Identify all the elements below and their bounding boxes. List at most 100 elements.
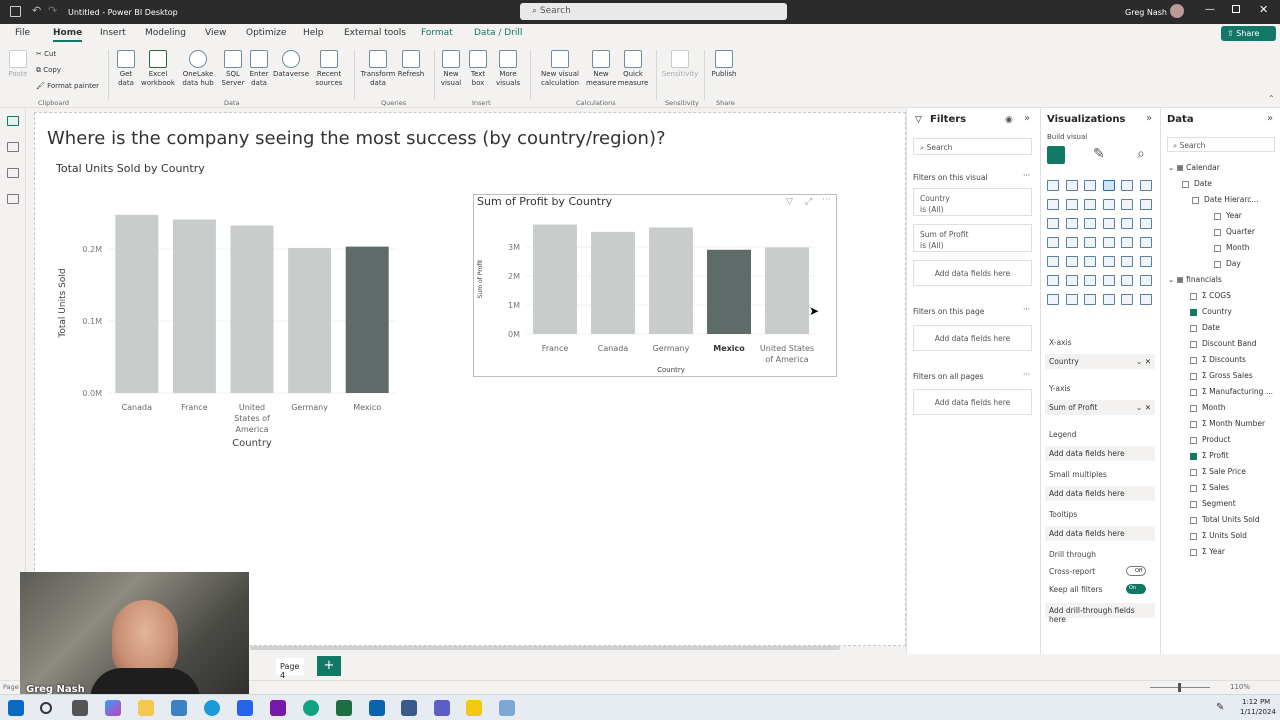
stacked-area-visual-icon[interactable] xyxy=(1084,199,1096,210)
checkbox[interactable] xyxy=(1214,228,1221,236)
tab-optimize[interactable]: Optimize xyxy=(246,28,286,38)
azure-map-visual-icon[interactable] xyxy=(1084,237,1096,248)
transform-data-button[interactable]: Transform data xyxy=(358,50,398,88)
model-view-icon[interactable] xyxy=(7,168,19,178)
checkbox[interactable] xyxy=(1190,404,1197,412)
task-view-icon[interactable] xyxy=(72,700,88,716)
bar-mexico[interactable] xyxy=(707,249,751,334)
remove-icon[interactable]: ⌄ ✕ xyxy=(1136,403,1151,412)
new-visual-button[interactable]: New visual xyxy=(438,50,464,88)
drill-through-well[interactable]: Add drill-through fields here xyxy=(1045,603,1155,624)
add-fields-page[interactable]: Add data fields here xyxy=(913,325,1032,351)
more-visuals-button[interactable]: More visuals xyxy=(491,50,525,88)
line-column-visual-icon[interactable] xyxy=(1102,199,1115,210)
add-page-button[interactable]: + xyxy=(317,656,341,676)
maximize-icon[interactable] xyxy=(1232,5,1240,13)
chart2-svg[interactable]: 0M 1M 2M 3M France Canada Germany Mexico United … xyxy=(474,214,836,376)
filled-map-visual-icon[interactable] xyxy=(1065,237,1078,248)
horizontal-scrollbar[interactable] xyxy=(250,646,840,650)
search-input[interactable]: ⌕ Search xyxy=(520,3,787,20)
100-bar-visual-icon[interactable] xyxy=(1121,180,1133,191)
zoom-thumb[interactable] xyxy=(1178,683,1181,692)
decomp-tree-visual-icon[interactable] xyxy=(1065,275,1078,286)
close-icon[interactable]: ✕ xyxy=(1259,3,1268,16)
funnel-visual-icon[interactable] xyxy=(1065,218,1078,229)
data-field-calendar[interactable]: ⌄ ▦ Calendar xyxy=(1168,163,1220,172)
undo-icon[interactable]: ↶ xyxy=(32,4,41,17)
app-icon[interactable] xyxy=(499,700,515,716)
stacked-bar-visual-icon[interactable] xyxy=(1047,180,1059,191)
data-field-discount-band[interactable]: Discount Band xyxy=(1190,339,1257,348)
data-field-date[interactable]: Date xyxy=(1190,323,1220,332)
qa-visual-icon[interactable] xyxy=(1084,275,1096,286)
more-options-icon[interactable]: ··· xyxy=(1023,305,1030,314)
excel-icon[interactable] xyxy=(336,700,352,716)
bar-canada[interactable] xyxy=(115,214,159,393)
card-visual-icon[interactable] xyxy=(1121,237,1133,248)
add-fields-all[interactable]: Add data fields here xyxy=(913,389,1032,415)
checkbox[interactable] xyxy=(1190,324,1197,332)
format-painter-button[interactable]: 🖌 Format painter xyxy=(36,82,99,91)
redo-icon[interactable]: ↷ xyxy=(48,4,57,17)
filter-icon[interactable]: ▽ xyxy=(786,197,793,207)
publish-button[interactable]: Publish xyxy=(708,50,740,79)
tab-external-tools[interactable]: External tools xyxy=(344,28,406,38)
bar-united-states-of-america[interactable] xyxy=(765,247,809,334)
r-visual-visual-icon[interactable] xyxy=(1121,256,1133,267)
data-field-cogs[interactable]: Σ COGS xyxy=(1190,291,1231,300)
ribbon-visual-icon[interactable] xyxy=(1139,199,1152,210)
checkbox[interactable] xyxy=(1190,484,1197,492)
data-field-segment[interactable]: Segment xyxy=(1190,499,1236,508)
more-options-icon[interactable]: ··· xyxy=(822,195,831,205)
more-visual-icon[interactable] xyxy=(1139,294,1152,305)
checkbox[interactable] xyxy=(1190,388,1197,396)
data-field-country[interactable]: Country xyxy=(1190,307,1232,316)
tab-help[interactable]: Help xyxy=(303,28,324,38)
checkbox[interactable] xyxy=(1190,468,1197,476)
line-stacked-visual-icon[interactable] xyxy=(1121,199,1133,210)
data-field-month-number[interactable]: Σ Month Number xyxy=(1190,419,1265,428)
clock-time[interactable]: 1:12 PM xyxy=(1242,698,1270,706)
filters-search-input[interactable]: ⌕ Search xyxy=(913,138,1032,155)
filter-card-country[interactable]: Country is (All) xyxy=(913,188,1032,216)
filter-card-profit[interactable]: Sum of Profit is (All) xyxy=(913,224,1032,252)
checkbox[interactable] xyxy=(1190,420,1197,428)
data-field-product[interactable]: Product xyxy=(1190,435,1230,444)
data-field-date-hierarc-[interactable]: Date Hierarc... xyxy=(1192,195,1259,204)
data-field-manufacturing-[interactable]: Σ Manufacturing ... xyxy=(1190,387,1273,396)
checkbox[interactable] xyxy=(1190,356,1197,364)
map-visual-icon[interactable] xyxy=(1047,237,1059,248)
onelake-button[interactable]: OneLake data hub xyxy=(176,50,220,88)
data-field-discounts[interactable]: Σ Discounts xyxy=(1190,355,1246,364)
tab-data-drill[interactable]: Data / Drill xyxy=(474,28,522,38)
file-explorer-icon[interactable] xyxy=(138,700,154,716)
quick-measure-button[interactable]: Quick measure xyxy=(616,50,650,88)
bar-france[interactable] xyxy=(172,219,216,393)
collapse-pane-icon[interactable]: » xyxy=(1267,113,1273,124)
search-icon[interactable] xyxy=(40,702,52,714)
collapse-pane-icon[interactable]: » xyxy=(1024,113,1030,124)
clustered-bar-visual-icon[interactable] xyxy=(1084,180,1096,191)
trophy-visual-icon[interactable] xyxy=(1047,294,1059,305)
eye-icon[interactable]: ◉ xyxy=(1005,115,1013,125)
gauge-visual-icon[interactable] xyxy=(1102,237,1115,248)
bar-france[interactable] xyxy=(533,224,577,334)
tray-icon[interactable]: ✎ xyxy=(1216,702,1224,713)
checkbox[interactable] xyxy=(1214,212,1221,220)
paginated-visual-icon[interactable] xyxy=(1121,275,1133,286)
dataverse-button[interactable]: Dataverse xyxy=(272,50,310,79)
pie-visual-icon[interactable] xyxy=(1102,218,1115,229)
chatgpt-icon[interactable] xyxy=(303,700,319,716)
data-field-year[interactable]: Year xyxy=(1214,211,1242,220)
checkbox[interactable] xyxy=(1190,308,1197,316)
100-column-visual-icon[interactable] xyxy=(1139,180,1152,191)
add-fields-visual[interactable]: Add data fields here xyxy=(913,260,1032,286)
data-field-gross-sales[interactable]: Σ Gross Sales xyxy=(1190,371,1253,380)
data-field-month[interactable]: Month xyxy=(1214,243,1250,252)
recent-sources-button[interactable]: Recent sources xyxy=(310,50,348,88)
new-visual-calculation-button[interactable]: New visual calculation xyxy=(534,50,586,88)
minimize-icon[interactable]: — xyxy=(1205,4,1215,15)
stacked-column-visual-icon[interactable] xyxy=(1065,180,1078,191)
analytics-icon[interactable]: ⌕ xyxy=(1137,146,1145,162)
data-field-month[interactable]: Month xyxy=(1190,403,1226,412)
